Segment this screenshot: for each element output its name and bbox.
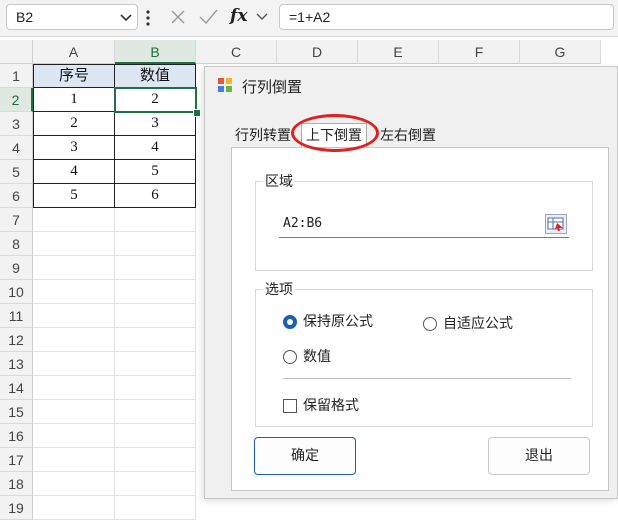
column-header-c[interactable]: C [196, 40, 277, 64]
cell-a1[interactable]: 序号 [33, 64, 115, 88]
cell-b4[interactable]: 4 [115, 136, 196, 160]
row-header[interactable]: 3 [0, 112, 33, 136]
annotation-circle [291, 114, 379, 152]
radio-values[interactable] [283, 350, 297, 364]
column-header-g[interactable]: G [520, 40, 601, 64]
radio-keep-formula-label[interactable]: 保持原公式 [303, 311, 373, 331]
options-separator [283, 378, 571, 379]
formula-text: =1+A2 [289, 9, 331, 25]
dialog-titlebar[interactable]: 行列倒置 [205, 67, 617, 103]
cell-b6[interactable]: 6 [115, 184, 196, 208]
row-header[interactable]: 7 [0, 208, 33, 232]
range-group-label: 区域 [263, 171, 295, 191]
cell-a2[interactable]: 1 [33, 88, 115, 112]
name-box[interactable]: B2 [6, 4, 138, 30]
range-picker-button[interactable] [545, 214, 567, 234]
gridline [114, 208, 115, 520]
row-header[interactable]: 4 [0, 136, 33, 160]
formula-bar: B2 fx =1+A2 [0, 0, 618, 37]
column-header-b[interactable]: B [115, 40, 196, 64]
name-box-value: B2 [16, 9, 34, 25]
formula-input[interactable]: =1+A2 [279, 4, 614, 30]
column-header-a[interactable]: A [33, 40, 115, 64]
row-header[interactable]: 9 [0, 256, 33, 280]
row-header[interactable]: 19 [0, 496, 33, 520]
row-header[interactable]: 5 [0, 160, 33, 184]
exit-button[interactable]: 退出 [488, 437, 590, 475]
row-header[interactable]: 6 [0, 184, 33, 208]
row-header[interactable]: 1 [0, 64, 33, 88]
row-header[interactable]: 8 [0, 232, 33, 256]
range-picker-icon [547, 217, 564, 231]
keep-format-checkbox[interactable] [283, 399, 297, 413]
radio-keep-formula[interactable] [283, 315, 297, 329]
radio-adaptive-formula-label[interactable]: 自适应公式 [443, 313, 513, 333]
reverse-dialog: 行列倒置 行列转置 上下倒置 左右倒置 区域 A2:B6 选项 保持原公式 自适… [204, 66, 618, 499]
row-header[interactable]: 14 [0, 376, 33, 400]
more-vertical-icon[interactable] [146, 10, 150, 26]
column-header-d[interactable]: D [277, 40, 358, 64]
cell-b1[interactable]: 数值 [115, 64, 196, 88]
cancel-icon[interactable] [167, 4, 189, 30]
row-header[interactable]: 16 [0, 424, 33, 448]
range-value: A2:B6 [283, 216, 323, 231]
row-header[interactable]: 11 [0, 304, 33, 328]
column-header-f[interactable]: F [439, 40, 520, 64]
cell-b5[interactable]: 5 [115, 160, 196, 184]
radio-values-label[interactable]: 数值 [303, 346, 331, 366]
keep-format-label[interactable]: 保留格式 [303, 395, 359, 415]
cell-a4[interactable]: 3 [33, 136, 115, 160]
row-header[interactable]: 12 [0, 328, 33, 352]
row-header[interactable]: 15 [0, 400, 33, 424]
radio-adaptive-formula[interactable] [423, 317, 437, 331]
row-header[interactable]: 17 [0, 448, 33, 472]
tab-flip-horizontal[interactable]: 左右倒置 [378, 125, 438, 147]
column-header-e[interactable]: E [358, 40, 439, 64]
row-header[interactable]: 2 [0, 88, 33, 112]
options-group-label: 选项 [263, 279, 295, 299]
row-header[interactable]: 13 [0, 352, 33, 376]
select-all-corner[interactable] [0, 40, 33, 64]
fx-icon[interactable]: fx [230, 6, 247, 32]
active-cell-outline [114, 87, 197, 113]
fill-handle[interactable] [193, 109, 201, 117]
cell-a6[interactable]: 5 [33, 184, 115, 208]
row-header[interactable]: 18 [0, 472, 33, 496]
cell-a5[interactable]: 4 [33, 160, 115, 184]
cell-a3[interactable]: 2 [33, 112, 115, 136]
confirm-icon[interactable] [197, 4, 219, 30]
row-header[interactable]: 10 [0, 280, 33, 304]
dialog-title: 行列倒置 [242, 78, 303, 96]
chevron-down-icon[interactable] [119, 9, 133, 25]
range-input[interactable]: A2:B6 [279, 213, 569, 238]
formula-actions: fx [163, 4, 273, 30]
tab-transpose[interactable]: 行列转置 [233, 125, 293, 147]
app-icon [218, 78, 232, 92]
chevron-down-icon[interactable] [255, 4, 269, 30]
ok-button[interactable]: 确定 [254, 437, 356, 475]
cell-b3[interactable]: 3 [115, 112, 196, 136]
